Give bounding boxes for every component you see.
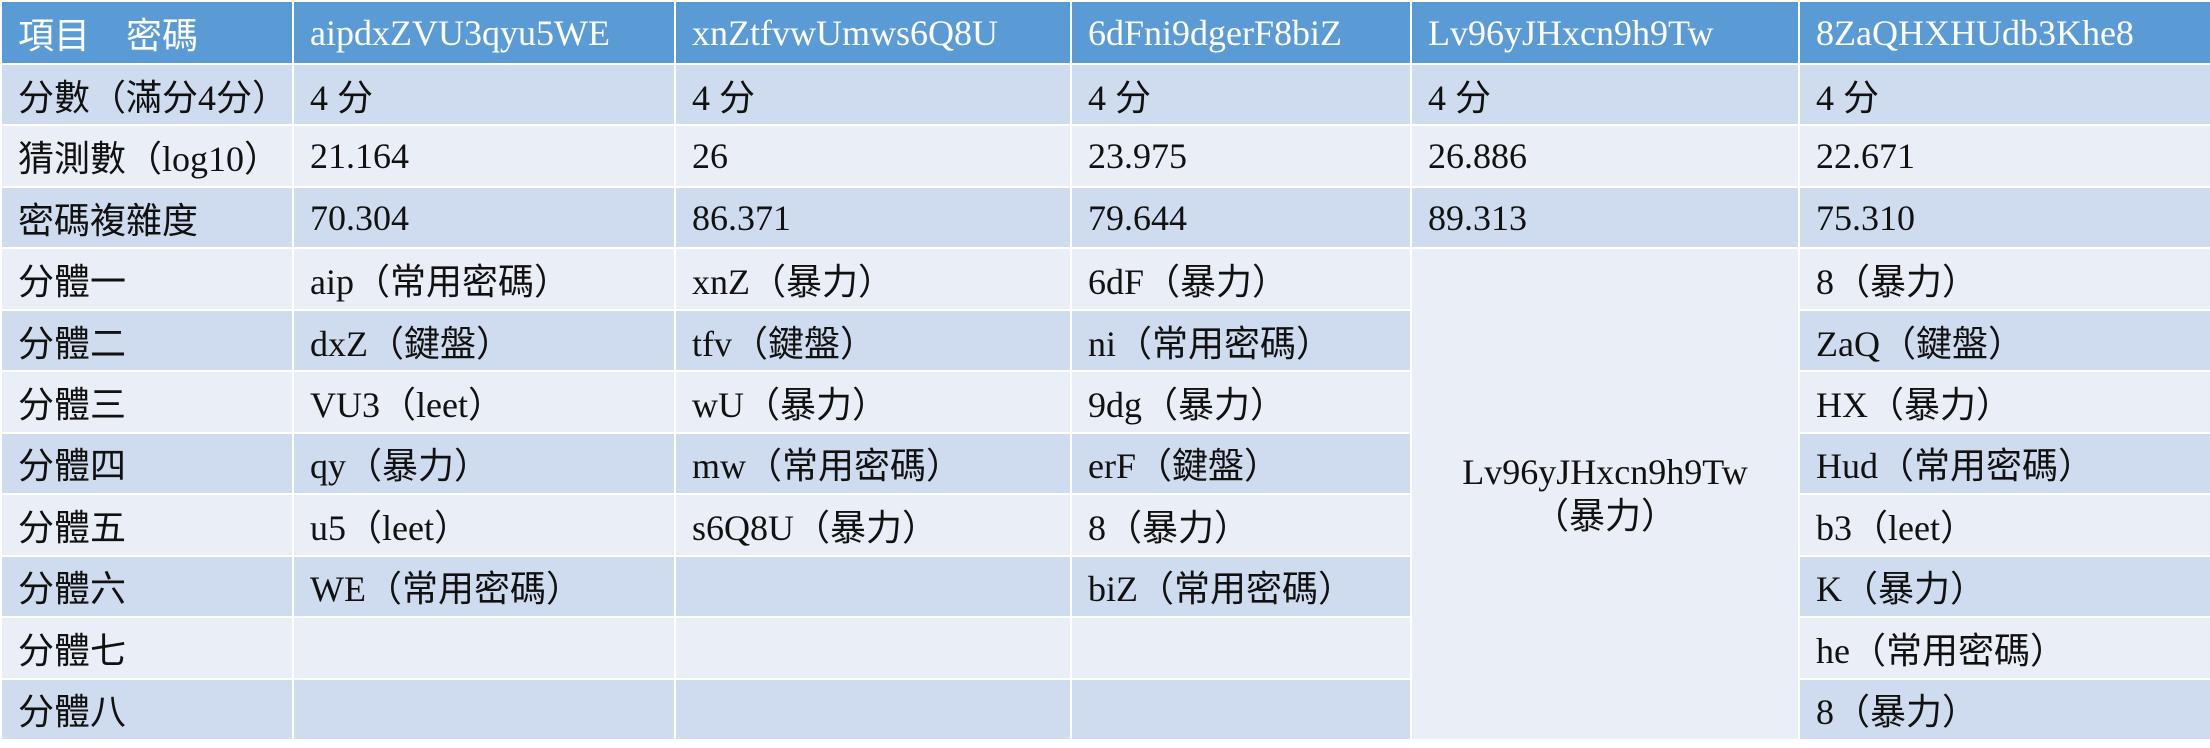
header-password-1: aipdxZVU3qyu5WE xyxy=(292,0,676,65)
table-cell: 21.164 xyxy=(292,124,676,188)
table-row-segment-1: 分體一 aip（常用密碼） xnZ（暴力） 6dF（暴力） Lv96yJHxcn… xyxy=(0,247,2210,741)
table-cell: 8（暴力） xyxy=(1798,677,2210,742)
table-row-guesses: 猜測數（log10） 21.164 26 23.975 26.886 22.67… xyxy=(0,124,2210,188)
table-cell xyxy=(1070,616,1412,680)
table-cell: dxZ（鍵盤） xyxy=(292,308,676,373)
table-cell xyxy=(1070,677,1412,742)
table-cell: 22.671 xyxy=(1798,124,2210,188)
table-row-segment-5: 分體五 u5（leet） s6Q8U（暴力） 8（暴力） b3（leet） xyxy=(0,493,2210,557)
table-cell: 26 xyxy=(674,124,1072,188)
table-cell: 4 分 xyxy=(674,62,1072,127)
table-row-complexity: 密碼複雜度 70.304 86.371 79.644 89.313 75.310 xyxy=(0,185,2210,250)
table-cell: 75.310 xyxy=(1798,185,2210,250)
table-cell xyxy=(674,554,1072,619)
table-cell: 4 分 xyxy=(292,62,676,127)
table-cell: Hud（常用密碼） xyxy=(1798,431,2210,496)
table-cell: xnZ（暴力） xyxy=(674,247,1072,311)
table-row-segment-4: 分體四 qy（暴力） mw（常用密碼） erF（鍵盤） Hud（常用密碼） xyxy=(0,431,2210,496)
table-cell: 8（暴力） xyxy=(1798,247,2210,311)
row-label: 猜測數（log10） xyxy=(0,124,294,188)
password-strength-table: 項目 密碼 aipdxZVU3qyu5WE xnZtfvwUmws6Q8U 6d… xyxy=(0,0,2210,742)
table-cell: 9dg（暴力） xyxy=(1070,370,1412,434)
table-cell xyxy=(292,616,676,680)
row-label: 密碼複雜度 xyxy=(0,185,294,250)
table-cell: 6dF（暴力） xyxy=(1070,247,1412,311)
row-label: 分體四 xyxy=(0,431,294,496)
merged-cell-line-1: Lv96yJHxcn9h9Tw xyxy=(1462,452,1748,493)
table-cell: 79.644 xyxy=(1070,185,1412,250)
table-cell: ZaQ（鍵盤） xyxy=(1798,308,2210,373)
table-cell: K（暴力） xyxy=(1798,554,2210,619)
header-password-5: 8ZaQHXHUdb3Khe8 xyxy=(1798,0,2210,65)
table-cell: 70.304 xyxy=(292,185,676,250)
table-row-score: 分數（滿分4分） 4 分 4 分 4 分 4 分 4 分 xyxy=(0,62,2210,127)
table-row-segment-6: 分體六 WE（常用密碼） biZ（常用密碼） K（暴力） xyxy=(0,554,2210,619)
table-cell: tfv（鍵盤） xyxy=(674,308,1072,373)
table-cell: 86.371 xyxy=(674,185,1072,250)
table-cell xyxy=(674,616,1072,680)
table-cell: 4 分 xyxy=(1798,62,2210,127)
table-cell: he（常用密碼） xyxy=(1798,616,2210,680)
row-label: 分體三 xyxy=(0,370,294,434)
table-cell: biZ（常用密碼） xyxy=(1070,554,1412,619)
table-cell: erF（鍵盤） xyxy=(1070,431,1412,496)
table-cell: aip（常用密碼） xyxy=(292,247,676,311)
row-label: 分體一 xyxy=(0,247,294,311)
table-cell xyxy=(292,677,676,742)
table-cell: 8（暴力） xyxy=(1070,493,1412,557)
row-label: 分體五 xyxy=(0,493,294,557)
table-cell: HX（暴力） xyxy=(1798,370,2210,434)
table-cell: 26.886 xyxy=(1410,124,1800,188)
table-cell: u5（leet） xyxy=(292,493,676,557)
row-label: 分體二 xyxy=(0,308,294,373)
header-password-3: 6dFni9dgerF8biZ xyxy=(1070,0,1412,65)
table-cell: b3（leet） xyxy=(1798,493,2210,557)
table-row-segment-3: 分體三 VU3（leet） wU（暴力） 9dg（暴力） HX（暴力） xyxy=(0,370,2210,434)
table-row-segment-8: 分體八 8（暴力） xyxy=(0,677,2210,742)
table-cell: s6Q8U（暴力） xyxy=(674,493,1072,557)
table-cell: VU3（leet） xyxy=(292,370,676,434)
table-cell: 23.975 xyxy=(1070,124,1412,188)
merged-whole-password-cell: Lv96yJHxcn9h9Tw （暴力） xyxy=(1410,247,1800,741)
table-cell: 89.313 xyxy=(1410,185,1800,250)
header-label: 項目 密碼 xyxy=(0,0,294,65)
table-cell: WE（常用密碼） xyxy=(292,554,676,619)
merged-cell-line-2: （暴力） xyxy=(1532,496,1677,537)
table-cell: mw（常用密碼） xyxy=(674,431,1072,496)
row-label: 分體八 xyxy=(0,677,294,742)
table-row-segment-2: 分體二 dxZ（鍵盤） tfv（鍵盤） ni（常用密碼） ZaQ（鍵盤） xyxy=(0,308,2210,373)
header-password-4: Lv96yJHxcn9h9Tw xyxy=(1410,0,1800,65)
row-label: 分數（滿分4分） xyxy=(0,62,294,127)
table-cell: qy（暴力） xyxy=(292,431,676,496)
table-cell: 4 分 xyxy=(1410,62,1800,127)
table-cell: wU（暴力） xyxy=(674,370,1072,434)
header-password-2: xnZtfvwUmws6Q8U xyxy=(674,0,1072,65)
row-label: 分體六 xyxy=(0,554,294,619)
table-row-segment-7: 分體七 he（常用密碼） xyxy=(0,616,2210,680)
row-label: 分體七 xyxy=(0,616,294,680)
table-cell: 4 分 xyxy=(1070,62,1412,127)
header-row: 項目 密碼 aipdxZVU3qyu5WE xnZtfvwUmws6Q8U 6d… xyxy=(0,0,2210,65)
table-cell: ni（常用密碼） xyxy=(1070,308,1412,373)
table-cell xyxy=(674,677,1072,742)
